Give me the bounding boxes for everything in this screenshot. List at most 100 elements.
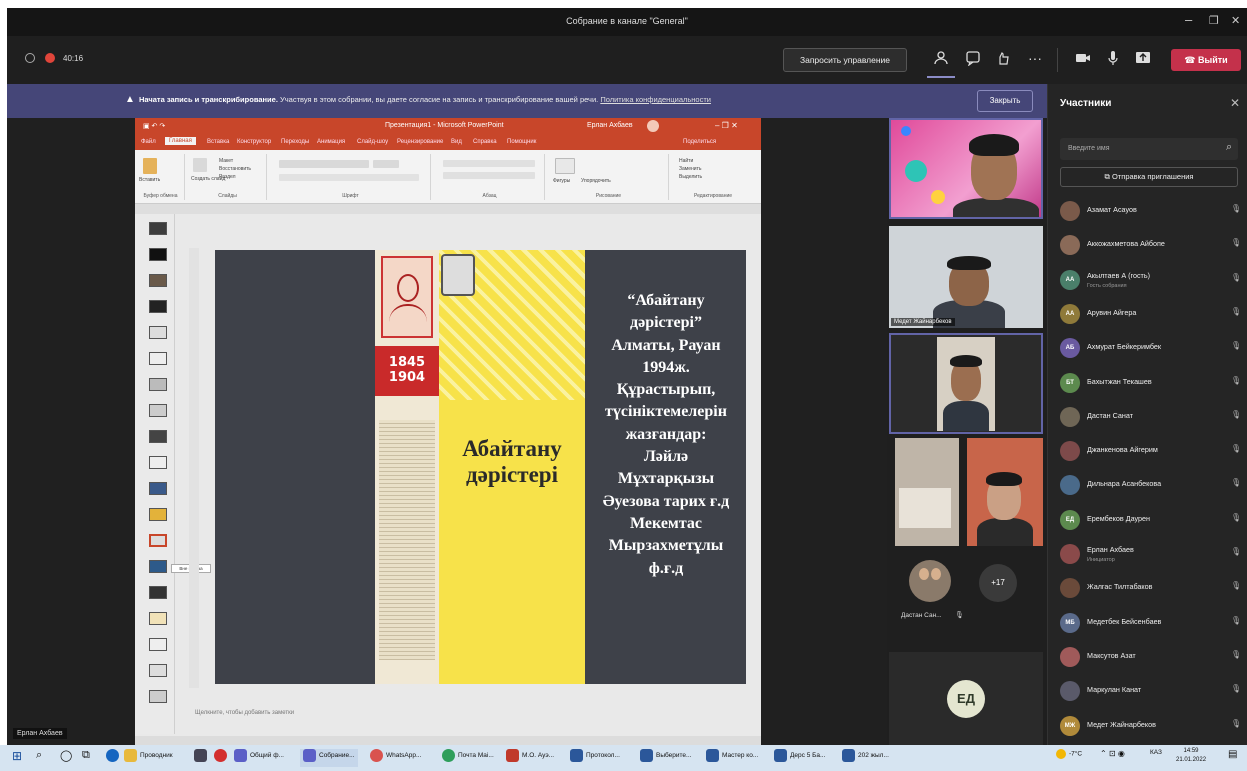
tab-slideshow[interactable]: Слайд-шоу (357, 139, 388, 145)
chrome-icon[interactable] (106, 749, 122, 767)
tab-animations[interactable]: Анимация (317, 139, 345, 145)
share-screen-icon[interactable] (1133, 50, 1153, 70)
paste-icon[interactable] (143, 158, 157, 174)
taskbar-app-explorer[interactable]: Проводник (124, 749, 173, 767)
camera-icon[interactable] (1073, 50, 1093, 70)
opera-icon[interactable] (214, 749, 230, 767)
slide-thumbnail[interactable] (149, 508, 167, 521)
slide-thumbnail[interactable] (149, 326, 167, 339)
chat-icon[interactable] (963, 50, 983, 70)
participant-row[interactable]: Джанкенова Айгерим 🎙 (1060, 436, 1241, 466)
participant-row[interactable]: Маркулан Канат 🎙 (1060, 676, 1241, 706)
tab-tell-me[interactable]: Помощник (507, 139, 536, 145)
taskbar-app-year[interactable]: 202 жыл... (842, 749, 889, 767)
video-tile-4[interactable] (895, 438, 959, 546)
slide-thumbnails-pane[interactable]: Вне показа (135, 214, 211, 734)
taskbar-app-master[interactable]: Мастер ко... (706, 749, 758, 767)
more-participants-button[interactable]: +17 (979, 564, 1017, 602)
arrange-button[interactable]: Упорядочить (581, 178, 611, 184)
participant-row[interactable]: Максутов Азат 🎙 (1060, 642, 1241, 672)
save-icon[interactable]: ▣ ↶ ↷ (143, 122, 165, 130)
participant-row[interactable]: АБ Ахмурат Бейкеримбек 🎙 (1060, 333, 1241, 363)
tab-file[interactable]: Файл (141, 139, 156, 145)
tab-view[interactable]: Вид (451, 139, 462, 145)
task-view-icon[interactable]: ⧉ (82, 749, 90, 767)
group-video-avatar[interactable] (909, 560, 951, 602)
microphone-icon[interactable] (1103, 50, 1123, 70)
request-control-button[interactable]: Запросить управление (783, 48, 907, 72)
participant-row[interactable]: Дильнара Асанбекова 🎙 (1060, 470, 1241, 500)
privacy-policy-link[interactable]: Политика конфиденциальности (600, 95, 711, 104)
font-name-select[interactable] (279, 160, 369, 168)
taskbar-app-icon[interactable] (194, 749, 210, 767)
video-tile-1[interactable] (889, 118, 1043, 219)
share-tab[interactable]: Поделиться (683, 139, 716, 145)
windows-start-icon[interactable]: ⊞ (12, 749, 22, 767)
participants-icon[interactable] (931, 50, 951, 70)
font-size-select[interactable] (373, 160, 399, 168)
notes-placeholder[interactable]: Щелкните, чтобы добавить заметки (195, 710, 755, 726)
find-button[interactable]: Найти (679, 158, 693, 164)
taskbar-app-shared[interactable]: Общий ф... (234, 749, 284, 767)
cortana-icon[interactable]: ◯ (60, 749, 72, 767)
more-options-icon[interactable]: ··· (1025, 48, 1045, 68)
language-indicator[interactable]: КАЗ (1150, 749, 1162, 767)
slide-thumbnail[interactable] (149, 404, 167, 417)
shapes-icon[interactable] (555, 158, 575, 174)
slide-thumbnail[interactable] (149, 586, 167, 599)
slide-thumbnail[interactable] (149, 378, 167, 391)
participant-row[interactable]: МЖ Медет Жайнарбеков 🎙 (1060, 711, 1241, 741)
slide-thumbnail[interactable] (149, 638, 167, 651)
participant-row[interactable]: Дастан Санат 🎙 (1060, 402, 1241, 432)
user-avatar[interactable] (647, 120, 659, 132)
paragraph-align-buttons[interactable] (443, 172, 535, 179)
slide-thumbnail[interactable] (149, 560, 167, 573)
participant-row[interactable]: АА Арувин Айгера 🎙 (1060, 299, 1241, 329)
weather-widget[interactable]: -7°C (1056, 749, 1082, 767)
new-slide-icon[interactable] (193, 158, 207, 172)
slide-thumbnail[interactable] (149, 274, 167, 287)
tab-transitions[interactable]: Переходы (281, 139, 309, 145)
leave-button[interactable]: ☎ Выйти (1171, 49, 1241, 71)
taskbar-app-lesson[interactable]: Дерс 5 Ба... (774, 749, 825, 767)
slide-thumbnail[interactable] (149, 482, 167, 495)
taskbar-app-meeting[interactable]: Собрание... (300, 749, 358, 767)
participant-row[interactable]: Ерлан Ахбаев Инициатор 🎙 (1060, 539, 1241, 569)
section-button[interactable]: Раздел (219, 174, 236, 180)
slide-thumbnail[interactable] (149, 664, 167, 677)
ppt-window-controls[interactable]: – ❐ ✕ (715, 121, 738, 130)
search-icon[interactable]: ⌕ (1226, 141, 1232, 154)
slide-thumbnail-selected[interactable] (149, 534, 167, 547)
slide-thumbnail[interactable] (149, 612, 167, 625)
participant-row[interactable]: АА Акылтаев А (гость) Гость собрания 🎙 (1060, 265, 1241, 295)
paragraph-list-buttons[interactable] (443, 160, 535, 167)
taskbar-app-select[interactable]: Выберите... (640, 749, 691, 767)
participant-row[interactable]: Азамат Асауов 🎙 (1060, 196, 1241, 226)
tab-review[interactable]: Рецензирование (397, 139, 443, 145)
video-tile-3[interactable] (889, 333, 1043, 434)
reactions-icon[interactable] (993, 50, 1013, 70)
banner-close-button[interactable]: Закрыть (977, 90, 1033, 112)
layout-button[interactable]: Макет (219, 158, 233, 164)
clock[interactable]: 14:59 21.01.2022 (1176, 747, 1206, 765)
participant-row[interactable]: ЕД Ерембеков Даурен 🎙 (1060, 505, 1241, 535)
slide-thumbnail[interactable] (149, 690, 167, 703)
participant-row[interactable]: БТ Бахытжан Текашев 🎙 (1060, 368, 1241, 398)
slide-thumbnail[interactable] (149, 456, 167, 469)
tab-design[interactable]: Конструктор (237, 139, 271, 145)
search-icon[interactable]: ⌕ (36, 749, 42, 767)
select-button[interactable]: Выделить (679, 174, 702, 180)
current-slide[interactable]: 1845 1904 Абайтану дәрістері “Абайтану д… (215, 250, 746, 684)
search-input[interactable]: Введите имя ⌕ (1060, 138, 1238, 160)
video-tile-5[interactable] (967, 438, 1043, 546)
minimize-button[interactable]: – (1185, 12, 1192, 27)
slide-thumbnail[interactable] (149, 300, 167, 313)
taskbar-app-pdf[interactable]: М.О. Ауэ... (506, 749, 554, 767)
replace-button[interactable]: Заменить (679, 166, 701, 172)
shapes-button[interactable]: Фигуры (553, 178, 570, 184)
taskbar-app-whatsapp[interactable]: WhatsApp... (370, 749, 421, 767)
slide-thumbnail[interactable] (149, 430, 167, 443)
participant-row[interactable]: МБ Медетбек Бейсенбаев 🎙 (1060, 608, 1241, 638)
slide-thumbnail[interactable] (149, 352, 167, 365)
video-tile-self[interactable]: ЕД (889, 652, 1043, 745)
